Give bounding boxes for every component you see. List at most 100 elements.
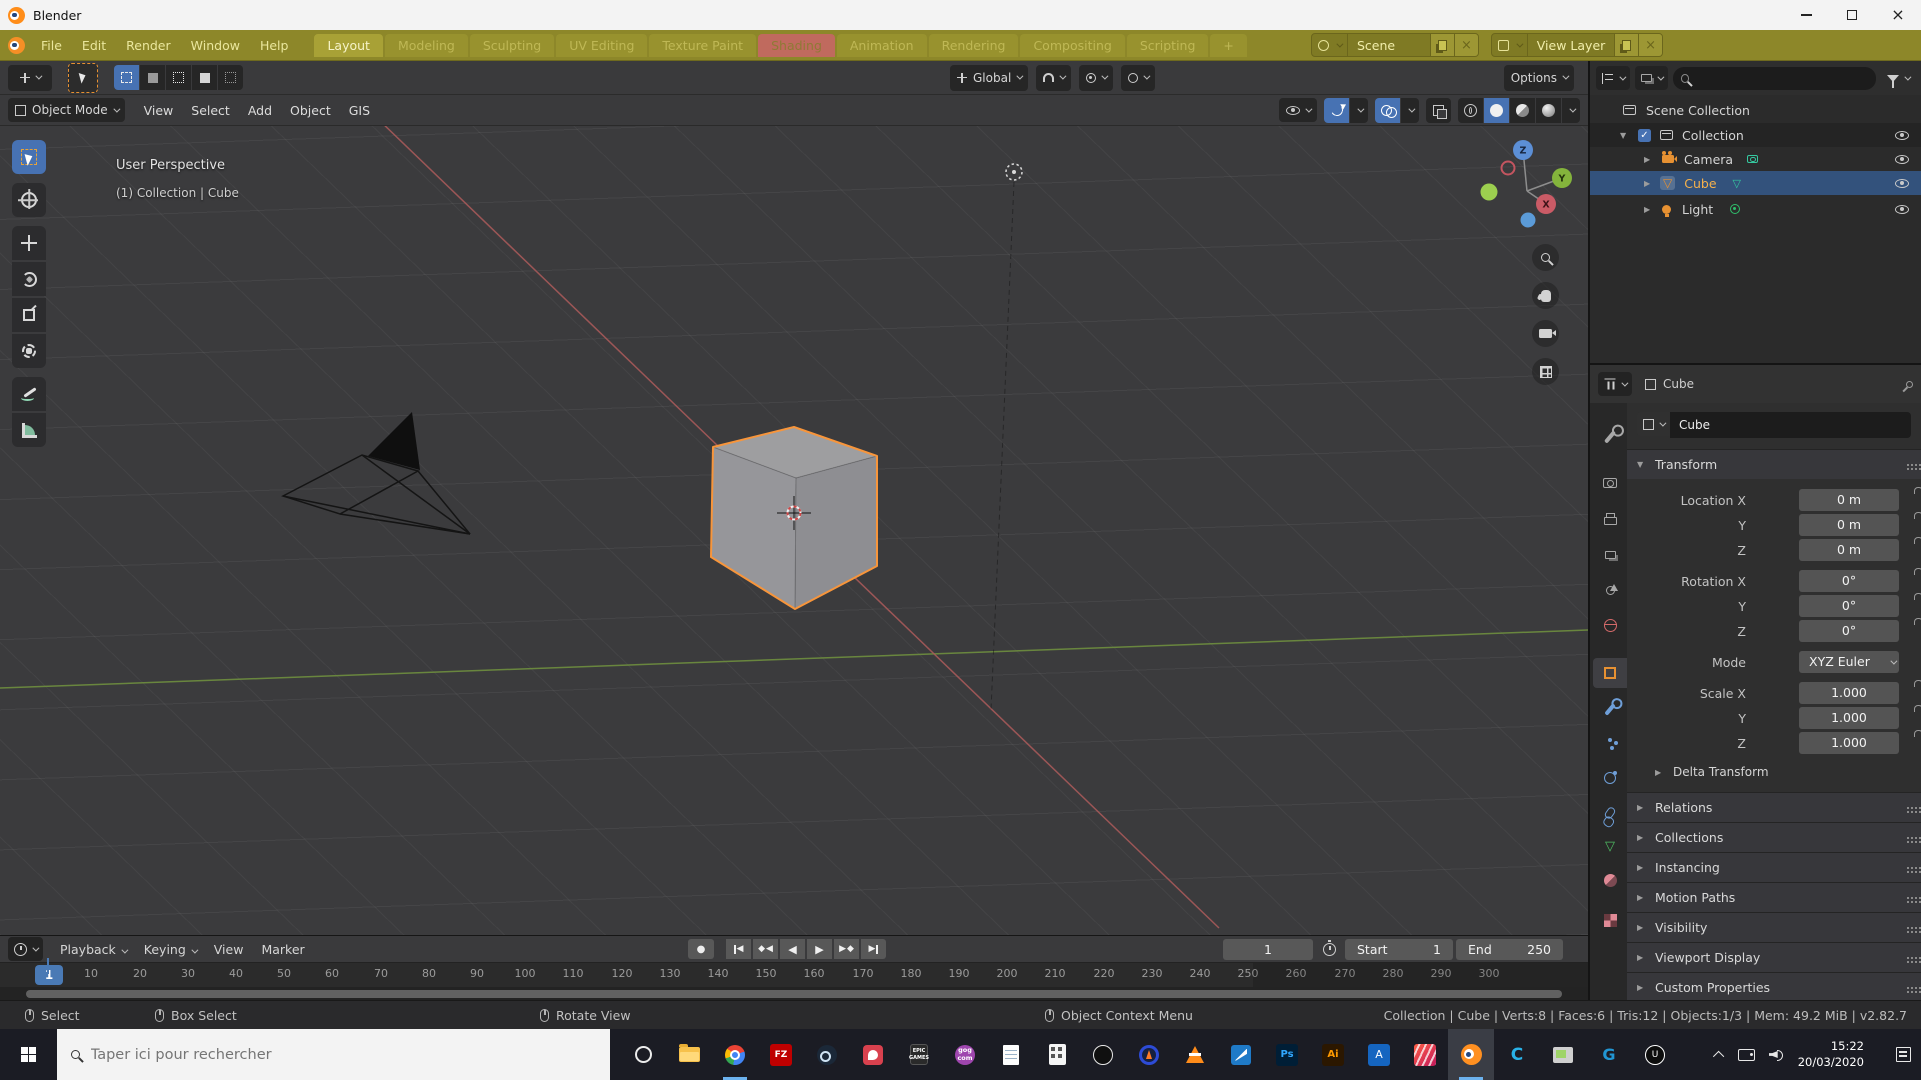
select-mode-intersect-button[interactable] [218,65,243,90]
axis-minus-z-ball[interactable] [1521,213,1536,228]
minimize-button[interactable] [1783,0,1829,30]
select-mode-invert-button[interactable] [192,65,217,90]
section-instancing[interactable]: ▶Instancing [1627,852,1921,882]
app-gog[interactable]: gogcom [942,1029,988,1080]
app-file-explorer[interactable] [666,1029,712,1080]
speaker-icon[interactable] [1769,1048,1784,1061]
app-window[interactable] [1540,1029,1586,1080]
panel-grip-icon[interactable] [1907,867,1909,869]
properties-tab-scene[interactable] [1593,575,1627,605]
timeline-scrollbar[interactable] [0,987,1588,1001]
view-layer-name[interactable]: View Layer [1528,38,1615,53]
properties-tab-modifiers[interactable] [1593,694,1627,724]
panel-grip-icon[interactable] [1907,837,1909,839]
collection-checkbox[interactable]: ✓ [1638,129,1651,142]
tool-move[interactable] [12,226,46,260]
rotation-z-field[interactable]: 0° [1799,620,1899,642]
tool-scale[interactable] [12,298,46,332]
current-frame-indicator[interactable]: 1 [35,965,63,985]
camera-object[interactable] [283,412,470,534]
app-scanner[interactable] [1218,1029,1264,1080]
start-frame-field[interactable]: Start1 [1345,939,1453,960]
rotation-mode-dropdown[interactable]: XYZ Euler [1799,651,1899,673]
properties-tab-material[interactable] [1593,865,1627,895]
app-red-game[interactable] [850,1029,896,1080]
scale-x-field[interactable]: 1.000 [1799,682,1899,704]
viewport-menu-add[interactable]: Add [239,100,281,121]
end-frame-field[interactable]: End250 [1456,939,1563,960]
hide-toggle-eye-icon[interactable] [1895,205,1909,214]
select-visibility-dropdown[interactable] [1279,98,1317,122]
app-cortana[interactable] [620,1029,666,1080]
select-mode-extend-button[interactable] [140,65,165,90]
search-input[interactable] [91,1047,596,1063]
tool-transform[interactable] [12,334,46,368]
app-photoshop[interactable]: Ps [1264,1029,1310,1080]
app-chrome[interactable] [712,1029,758,1080]
shading-wireframe-button[interactable] [1458,98,1483,123]
menu-edit[interactable]: Edit [72,35,116,56]
editor-type-dropdown[interactable] [1596,66,1630,90]
light-object[interactable] [1006,164,1022,180]
section-viewport-display[interactable]: ▶Viewport Display [1627,942,1921,972]
snap-target-dropdown[interactable] [1079,65,1113,91]
outliner-row-collection[interactable]: ▼ ✓ Collection [1590,123,1921,147]
new-view-layer-button[interactable] [1614,34,1638,56]
scale-z-field[interactable]: 1.000 [1799,732,1899,754]
gizmo-dropdown[interactable] [1350,98,1368,123]
properties-tab-particles[interactable] [1593,725,1627,755]
disclosure-icon[interactable]: ▶ [1644,179,1654,188]
rotation-y-field[interactable]: 0° [1799,595,1899,617]
show-overlays-toggle[interactable] [1375,98,1400,123]
properties-tab-tool[interactable] [1593,422,1627,452]
object-id-dropdown[interactable] [1637,412,1670,436]
timeline-menu-playback[interactable]: Playback [51,939,135,960]
scene-selector[interactable]: Scene × [1311,33,1479,57]
app-unreal[interactable]: U [1632,1029,1678,1080]
new-scene-button[interactable] [1430,34,1454,56]
view-layer-selector[interactable]: View Layer × [1491,33,1663,57]
delta-transform-row[interactable]: ▶ Delta Transform [1655,765,1769,779]
panel-grip-icon[interactable] [1907,987,1909,989]
select-mode-subtract-button[interactable] [166,65,191,90]
show-hidden-icons-chevron[interactable] [1713,1050,1724,1061]
properties-tab-object-data[interactable]: ▽ [1593,831,1627,861]
pan-button[interactable] [1532,282,1559,309]
properties-tab-render[interactable] [1593,468,1627,498]
properties-tab-output[interactable] [1593,506,1627,536]
current-frame-field[interactable]: 1 [1223,939,1313,960]
tab-layout[interactable]: Layout [314,34,383,57]
panel-grip-icon[interactable] [1907,464,1909,466]
shading-dropdown[interactable] [1562,98,1580,123]
active-tool-selector[interactable] [8,65,52,91]
app-calculator[interactable] [1034,1029,1080,1080]
snap-toggle-dropdown[interactable] [1036,65,1071,91]
tab-sculpting[interactable]: Sculpting [470,34,554,57]
panel-grip-icon[interactable] [1907,957,1909,959]
timeline-editor-dropdown[interactable] [8,937,43,961]
viewport-menu-select[interactable]: Select [182,100,239,121]
app-g[interactable]: G [1586,1029,1632,1080]
unlink-scene-button[interactable]: × [1454,34,1478,56]
location-z-field[interactable]: 0 m [1799,539,1899,561]
section-collections[interactable]: ▶Collections [1627,822,1921,852]
tab-add-workspace[interactable]: + [1210,34,1246,57]
zoom-button[interactable] [1532,244,1559,271]
axis-minus-x-ball[interactable] [1502,162,1515,175]
menu-file[interactable]: File [31,35,72,56]
panel-grip-icon[interactable] [1907,897,1909,899]
outliner-search-input[interactable] [1695,71,1868,85]
rotation-x-field[interactable]: 0° [1799,570,1899,592]
remove-view-layer-button[interactable]: × [1638,34,1662,56]
shading-solid-button[interactable] [1484,98,1509,123]
properties-tab-object[interactable] [1593,658,1627,688]
app-epic-games[interactable]: EPICGAMES [896,1029,942,1080]
play-button[interactable]: ▶ [807,939,832,959]
panel-grip-icon[interactable] [1907,927,1909,929]
scale-y-field[interactable]: 1.000 [1799,707,1899,729]
maximize-button[interactable] [1829,0,1875,30]
tablet-icon[interactable] [1738,1049,1755,1061]
close-button[interactable]: × [1875,0,1921,30]
app-filezilla[interactable]: FZ [758,1029,804,1080]
menu-render[interactable]: Render [116,35,181,56]
